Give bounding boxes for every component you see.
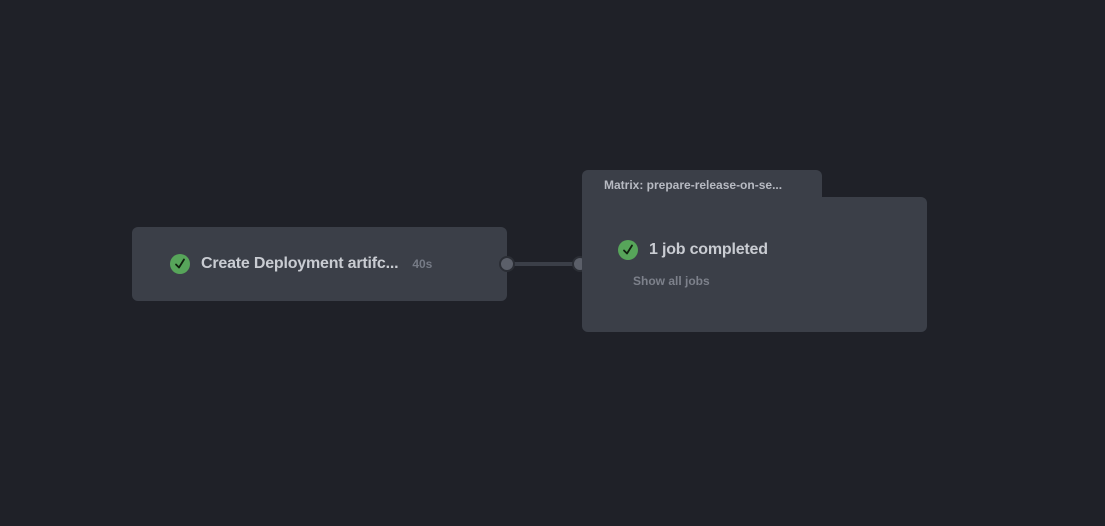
matrix-summary[interactable]: 1 job completed [618, 240, 768, 260]
workflow-graph-canvas: Create Deployment artifc... 40s Matrix: … [0, 0, 1105, 526]
connector-dot-output [499, 256, 515, 272]
check-circle-icon [170, 254, 190, 274]
job-name: Create Deployment artifc... [201, 255, 399, 272]
job-card-create-deployment[interactable]: Create Deployment artifc... 40s [132, 227, 507, 301]
show-all-jobs-link[interactable]: Show all jobs [633, 274, 710, 288]
job-connector-line [507, 262, 580, 266]
matrix-group-card [582, 197, 927, 332]
matrix-summary-label: 1 job completed [649, 241, 768, 258]
job-duration: 40s [412, 257, 433, 271]
check-circle-icon [618, 240, 638, 260]
